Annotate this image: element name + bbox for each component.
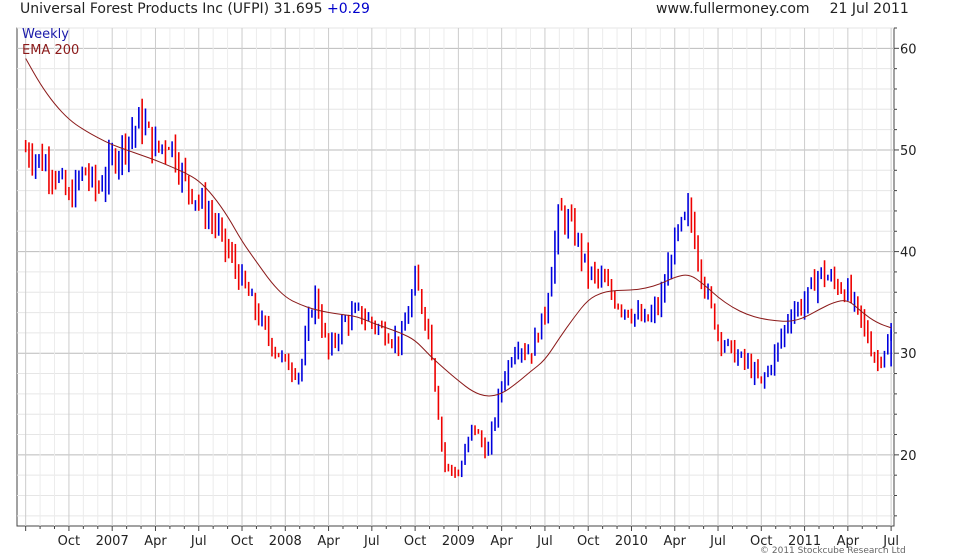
y-tick-label: 30	[900, 347, 917, 362]
x-tick-label: 2009	[442, 534, 475, 549]
x-tick-label: Oct	[58, 534, 80, 549]
price-change: +0.29	[327, 1, 370, 17]
y-axis: 20 30 40 50 60	[894, 27, 917, 517]
copyright: © 2011 Stockcube Research Ltd	[760, 546, 906, 556]
chart-date: 21 Jul 2011	[829, 1, 909, 17]
x-tick-label: 2007	[96, 534, 129, 549]
y-tick-label: 20	[900, 449, 917, 464]
site-link[interactable]: www.fullermoney.com	[656, 1, 810, 17]
x-tick-label: Apr	[317, 534, 340, 549]
x-tick-label: 2008	[269, 534, 302, 549]
x-tick-label: Apr	[144, 534, 167, 549]
legend-ema-200: EMA 200	[22, 43, 80, 58]
x-tick-label: Jul	[536, 534, 553, 549]
x-tick-label: Apr	[490, 534, 513, 549]
x-tick-label: Oct	[577, 534, 599, 549]
y-tick-label: 50	[900, 144, 917, 159]
x-tick-label: Jul	[190, 534, 207, 549]
price-chart: 20 30 40 50 60 Oct 2007 Apr Jul Oct 2008 Apr Jul Oct…	[16, 27, 917, 549]
x-tick-label: Jul	[709, 534, 726, 549]
y-tick-label: 60	[900, 42, 917, 57]
x-tick-label: Apr	[664, 534, 687, 549]
title-text: Universal Forest Products Inc (UFPI) 31.…	[20, 1, 323, 17]
plot-area	[16, 27, 895, 527]
legend-weekly: Weekly	[22, 27, 69, 42]
y-tick-label: 40	[900, 246, 917, 261]
x-tick-label: Oct	[404, 534, 426, 549]
x-tick-label: 2010	[615, 534, 648, 549]
source-and-date: www.fullermoney.com 21 Jul 2011	[656, 1, 909, 17]
x-tick-label: Jul	[363, 534, 380, 549]
chart-title: Universal Forest Products Inc (UFPI) 31.…	[20, 1, 370, 17]
x-tick-label: Oct	[231, 534, 253, 549]
